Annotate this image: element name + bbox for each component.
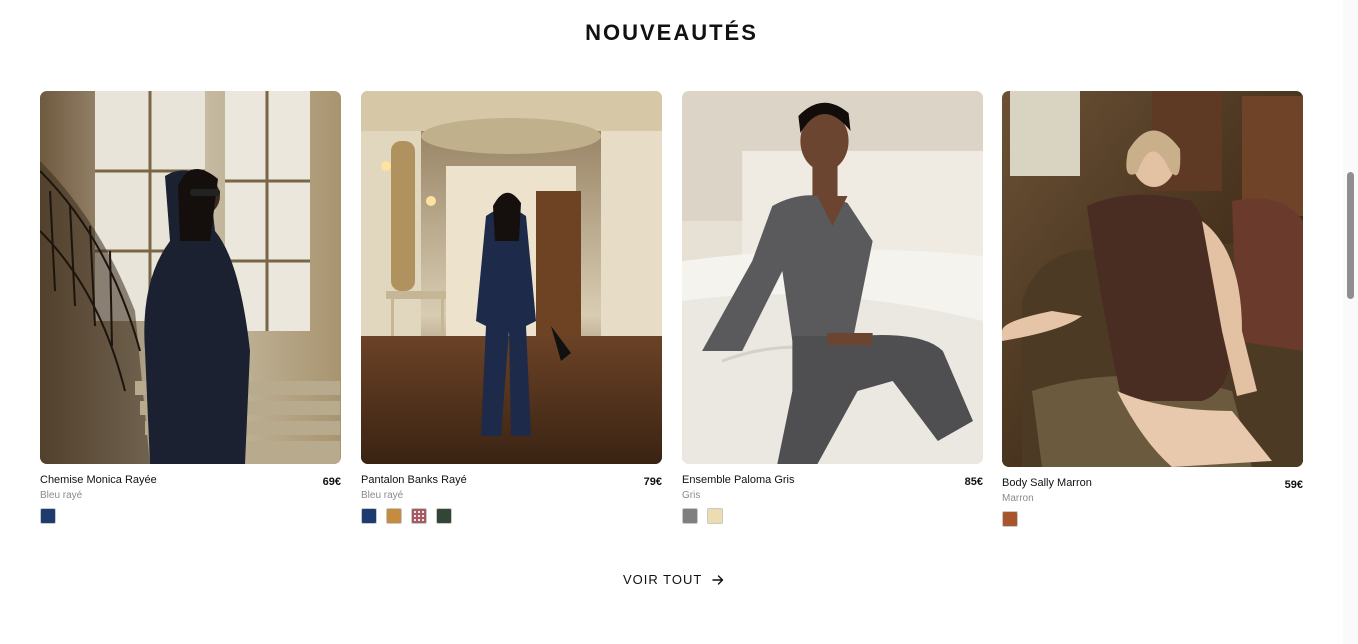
swatch-brown[interactable] <box>1002 511 1018 527</box>
color-swatches <box>361 508 662 524</box>
color-swatches <box>1002 511 1303 527</box>
swatch-grey[interactable] <box>682 508 698 524</box>
armchair-photo <box>1002 91 1303 467</box>
see-all-link[interactable]: VOIR TOUT <box>623 572 724 587</box>
product-color-name: Bleu rayé <box>40 490 83 501</box>
color-swatches <box>40 508 341 524</box>
product-carousel-section: NOUVEAUTÉS Chemise Monica Rayée 69€ Bleu… <box>0 0 1358 644</box>
product-price: 85€ <box>964 476 983 488</box>
product-color-name: Gris <box>682 490 701 501</box>
product-image[interactable] <box>1002 91 1303 467</box>
product-name[interactable]: Pantalon Banks Rayé <box>361 474 467 486</box>
hallway-photo <box>361 91 662 464</box>
swatch-camel[interactable] <box>386 508 402 524</box>
product-image[interactable] <box>361 91 662 464</box>
product-card-3[interactable]: Ensemble Paloma Gris 85€ Gris <box>682 91 983 524</box>
swatch-navy[interactable] <box>361 508 377 524</box>
see-all-label: VOIR TOUT <box>623 572 703 587</box>
bedroom-photo <box>682 91 983 464</box>
swatch-check[interactable] <box>411 508 427 524</box>
product-card-2[interactable]: Pantalon Banks Rayé 79€ Bleu rayé <box>361 91 662 524</box>
swatch-cream[interactable] <box>707 508 723 524</box>
product-color-name: Marron <box>1002 493 1034 504</box>
product-info: Body Sally Marron 59€ <box>1002 477 1303 493</box>
swatch-navy[interactable] <box>40 508 56 524</box>
product-card-4[interactable]: Body Sally Marron 59€ Marron <box>1002 91 1303 527</box>
product-info: Chemise Monica Rayée 69€ <box>40 474 341 490</box>
product-image[interactable] <box>682 91 983 464</box>
scrollbar-thumb[interactable] <box>1347 172 1354 299</box>
product-name[interactable]: Body Sally Marron <box>1002 477 1092 489</box>
product-price: 79€ <box>643 476 662 488</box>
product-card-1[interactable]: Chemise Monica Rayée 69€ Bleu rayé <box>40 91 341 524</box>
product-name[interactable]: Ensemble Paloma Gris <box>682 474 795 486</box>
product-info: Pantalon Banks Rayé 79€ <box>361 474 662 490</box>
product-price: 69€ <box>322 476 341 488</box>
arrow-right-icon <box>712 574 724 585</box>
product-info: Ensemble Paloma Gris 85€ <box>682 474 983 490</box>
product-price: 59€ <box>1284 479 1303 491</box>
color-swatches <box>682 508 983 524</box>
product-color-name: Bleu rayé <box>361 490 404 501</box>
swatch-green[interactable] <box>436 508 452 524</box>
section-title: NOUVEAUTÉS <box>585 20 758 45</box>
page-scrollbar[interactable] <box>1343 0 1358 644</box>
product-name[interactable]: Chemise Monica Rayée <box>40 474 157 486</box>
product-image[interactable] <box>40 91 341 464</box>
staircase-photo <box>40 91 341 464</box>
